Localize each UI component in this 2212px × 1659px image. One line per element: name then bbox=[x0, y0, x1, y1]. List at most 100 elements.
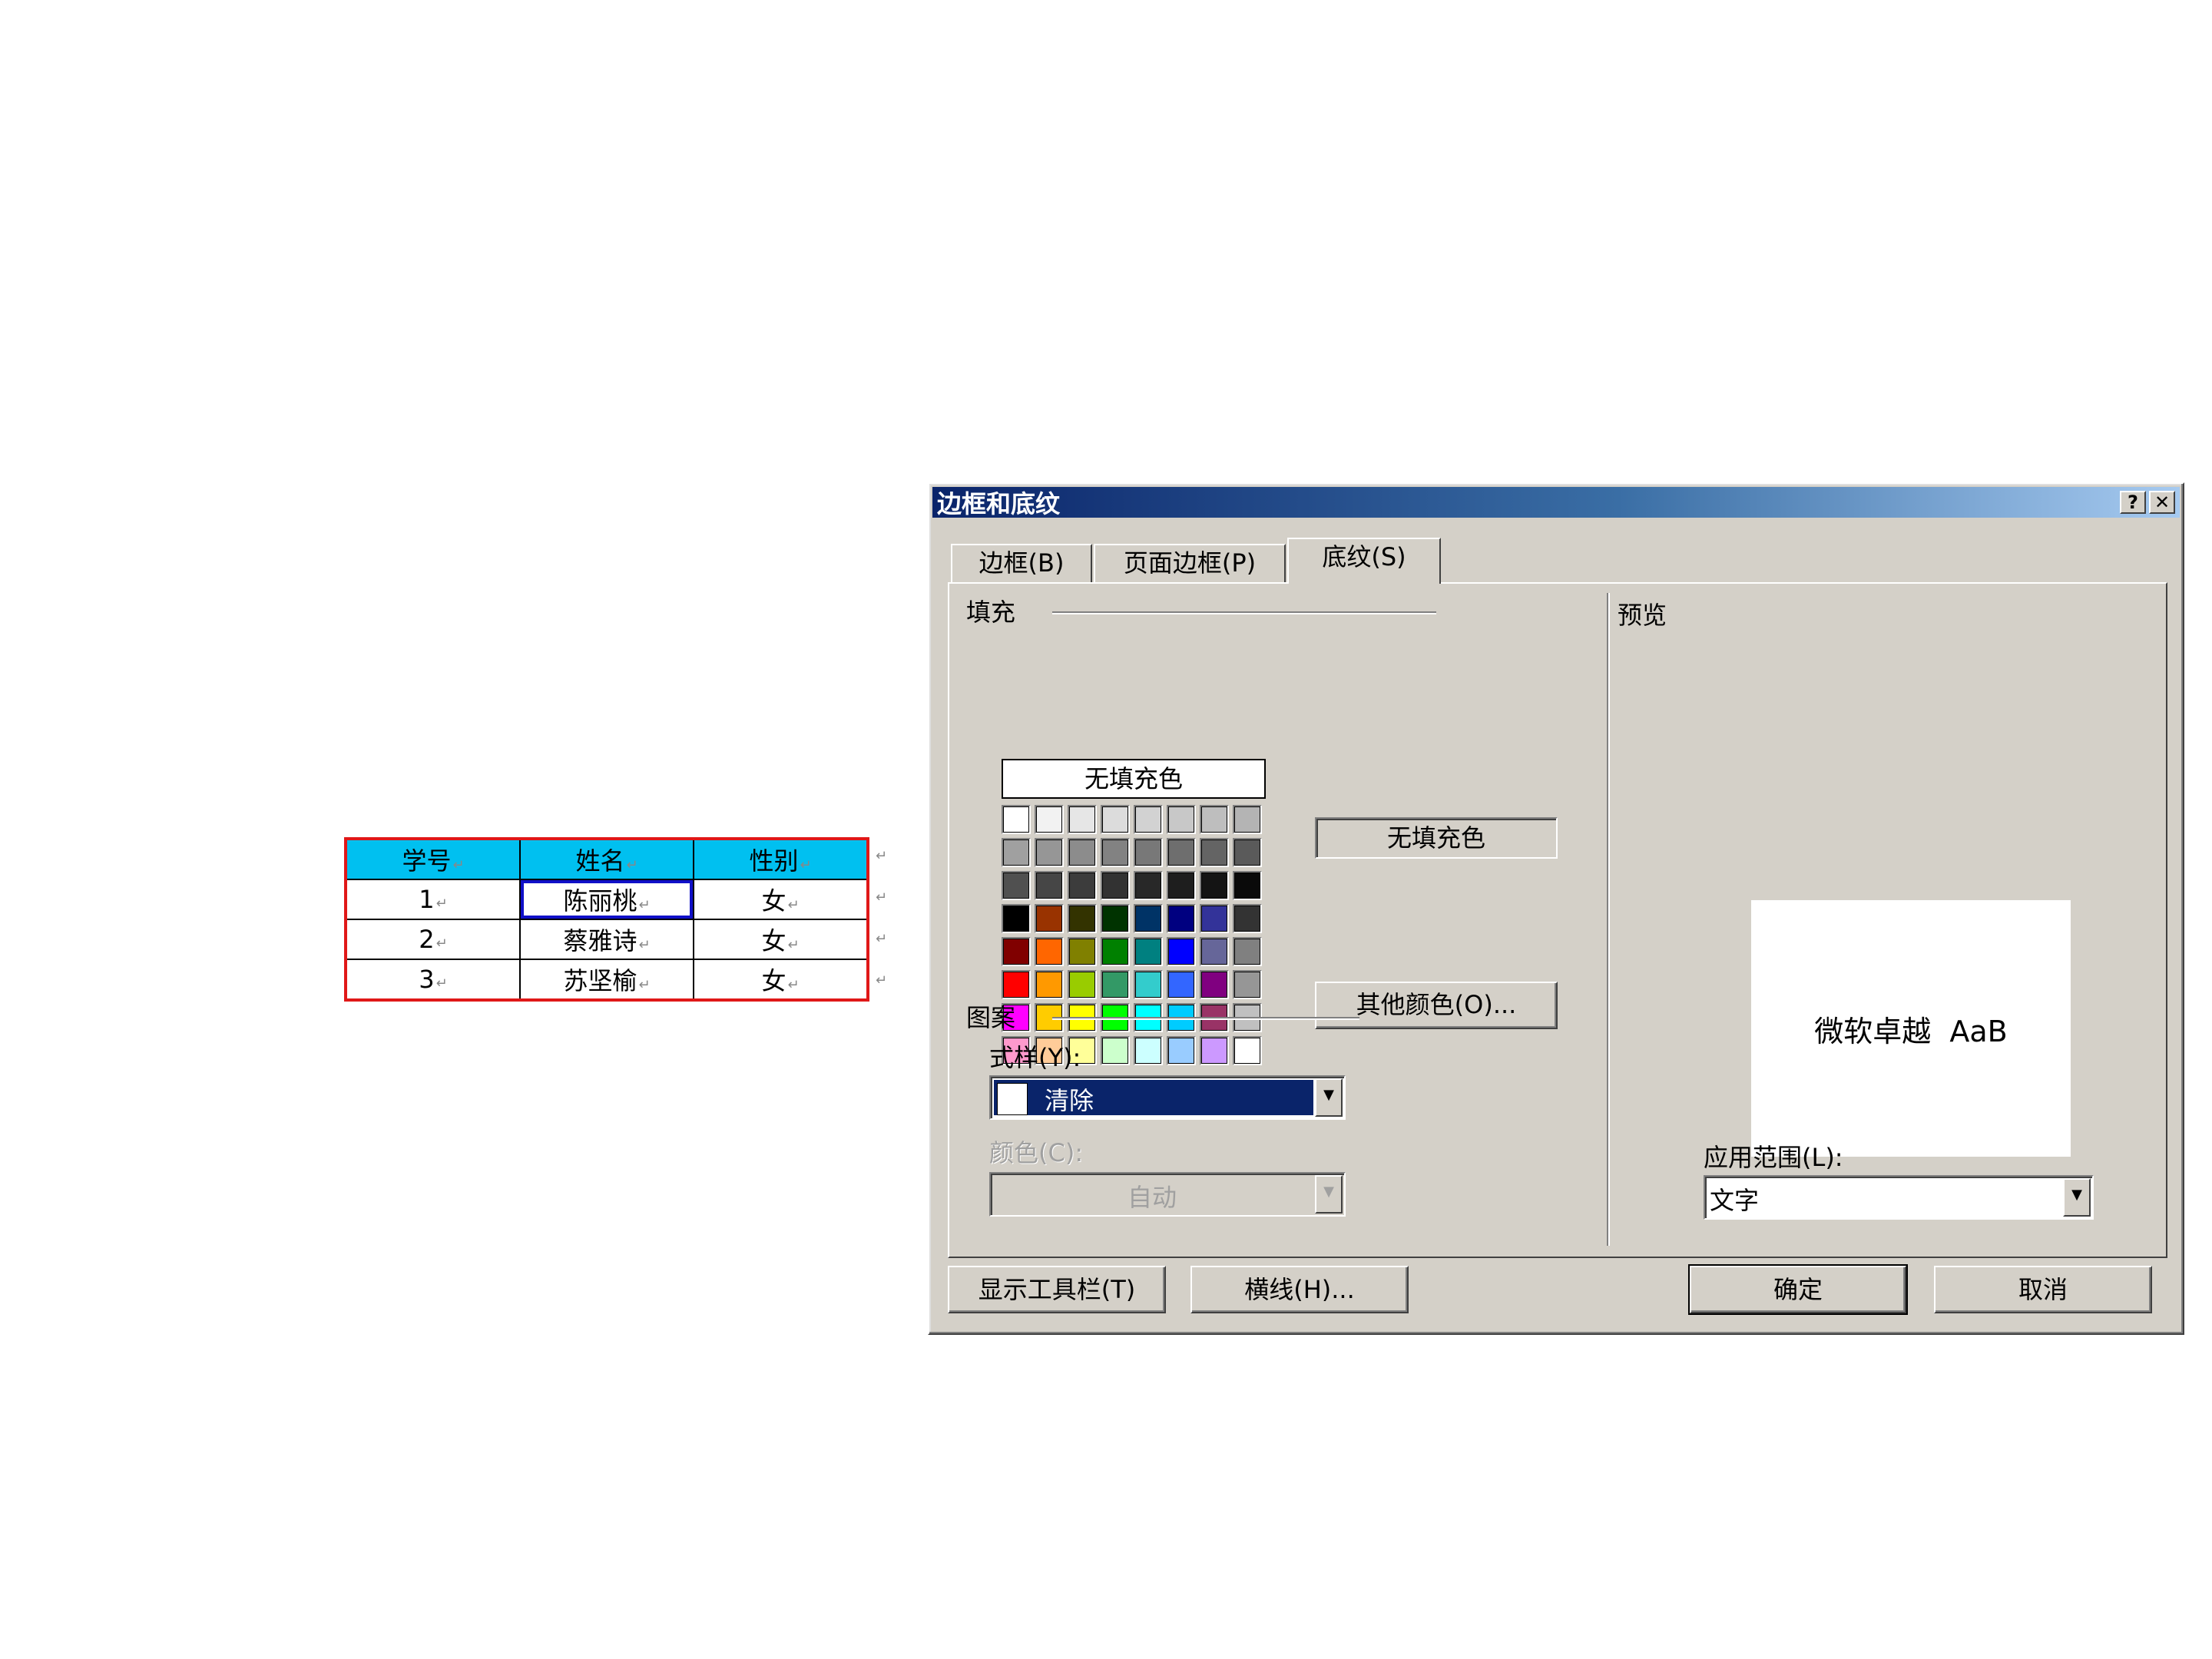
color-swatch[interactable] bbox=[1002, 970, 1031, 999]
color-swatch[interactable] bbox=[1167, 1036, 1196, 1065]
table-cell[interactable]: 3 ↵ bbox=[345, 959, 521, 1001]
color-swatch[interactable] bbox=[1134, 970, 1163, 999]
style-combo-selection: 清除 bbox=[994, 1080, 1313, 1115]
color-swatch[interactable] bbox=[1233, 838, 1262, 867]
color-swatch[interactable] bbox=[1101, 838, 1130, 867]
color-swatch[interactable] bbox=[1200, 937, 1229, 966]
color-swatch[interactable] bbox=[1068, 838, 1097, 867]
color-swatch[interactable] bbox=[1035, 904, 1064, 933]
color-swatch[interactable] bbox=[1200, 1036, 1229, 1065]
color-swatch[interactable] bbox=[1167, 970, 1196, 999]
color-swatch[interactable] bbox=[1134, 1036, 1163, 1065]
chevron-down-icon[interactable]: ▼ bbox=[1315, 1078, 1343, 1117]
color-swatch[interactable] bbox=[1200, 970, 1229, 999]
help-button[interactable]: ? bbox=[2120, 491, 2146, 514]
apply-to-value: 文字 bbox=[1710, 1186, 1760, 1215]
color-swatch[interactable] bbox=[1167, 871, 1196, 900]
color-swatch[interactable] bbox=[1134, 838, 1163, 867]
table-header-cell[interactable]: 姓名 ↵ bbox=[519, 838, 694, 880]
color-combo[interactable]: 自动 ▼ bbox=[989, 1172, 1346, 1217]
color-swatch-fill bbox=[1201, 1038, 1227, 1064]
color-swatch[interactable] bbox=[1101, 1036, 1130, 1065]
color-swatch[interactable] bbox=[1068, 805, 1097, 834]
color-swatch[interactable] bbox=[1101, 871, 1130, 900]
show-toolbar-button[interactable]: 显示工具栏(T) bbox=[948, 1266, 1166, 1313]
color-swatch[interactable] bbox=[1035, 805, 1064, 834]
color-swatch-fill bbox=[1003, 972, 1029, 998]
color-swatch[interactable] bbox=[1134, 871, 1163, 900]
dialog-titlebar[interactable]: 边框和底纹 ? ✕ bbox=[932, 487, 2180, 518]
dialog-title: 边框和底纹 bbox=[937, 489, 1061, 518]
color-swatch-fill bbox=[1135, 1038, 1161, 1064]
color-swatch[interactable] bbox=[1233, 937, 1262, 966]
color-swatch[interactable] bbox=[1068, 937, 1097, 966]
table-cell[interactable]: 女 ↵ bbox=[693, 879, 869, 920]
no-fill-option[interactable]: 无填充色 bbox=[1002, 759, 1266, 799]
color-swatch[interactable] bbox=[1167, 838, 1196, 867]
color-swatch-fill bbox=[1003, 906, 1029, 932]
preview-sample: 微软卓越 AaB bbox=[1751, 900, 2071, 1157]
tab-page-borders[interactable]: 页面边框(P) bbox=[1094, 544, 1286, 582]
color-swatch[interactable] bbox=[1002, 838, 1031, 867]
color-swatch[interactable] bbox=[1101, 904, 1130, 933]
color-swatch[interactable] bbox=[1068, 970, 1097, 999]
style-combo[interactable]: 清除 ▼ bbox=[989, 1075, 1346, 1120]
color-swatch[interactable] bbox=[1233, 904, 1262, 933]
table-cell[interactable]: 苏坚榆 ↵ bbox=[519, 959, 694, 1001]
more-colors-button[interactable]: 其他颜色(O)... bbox=[1315, 982, 1558, 1029]
color-swatch[interactable] bbox=[1002, 904, 1031, 933]
close-button[interactable]: ✕ bbox=[2149, 491, 2175, 514]
table-cell[interactable]: 2 ↵ bbox=[345, 919, 521, 960]
color-swatch-fill bbox=[1234, 972, 1260, 998]
chevron-down-icon[interactable]: ▼ bbox=[1315, 1175, 1343, 1214]
table-cell[interactable]: 女 ↵ bbox=[693, 959, 869, 1001]
color-swatch[interactable] bbox=[1233, 805, 1262, 834]
color-swatch[interactable] bbox=[1002, 937, 1031, 966]
tab-borders[interactable]: 边框(B) bbox=[951, 544, 1092, 582]
table-header-cell[interactable]: 性别 ↵ bbox=[693, 838, 869, 880]
color-swatch[interactable] bbox=[1200, 805, 1229, 834]
color-swatch[interactable] bbox=[1233, 970, 1262, 999]
table-cell-selected[interactable]: 陈丽桃 ↵ bbox=[519, 879, 694, 920]
color-swatch[interactable] bbox=[1167, 805, 1196, 834]
cancel-button[interactable]: 取消 bbox=[1934, 1266, 2152, 1313]
color-swatch[interactable] bbox=[1134, 904, 1163, 933]
preview-separator bbox=[1607, 593, 1610, 1246]
color-swatch-fill bbox=[1135, 806, 1161, 833]
color-swatch[interactable] bbox=[1167, 937, 1196, 966]
color-swatch[interactable] bbox=[1002, 805, 1031, 834]
color-swatch[interactable] bbox=[1002, 871, 1031, 900]
table-cell[interactable]: 1 ↵ bbox=[345, 879, 521, 920]
color-swatch[interactable] bbox=[1200, 871, 1229, 900]
color-swatch[interactable] bbox=[1101, 805, 1130, 834]
table-cell[interactable]: 女 ↵ bbox=[693, 919, 869, 960]
color-swatch[interactable] bbox=[1035, 838, 1064, 867]
table-cell[interactable]: 蔡雅诗 ↵ bbox=[519, 919, 694, 960]
color-swatch-fill bbox=[1168, 873, 1194, 899]
table-row: 1 ↵ 陈丽桃 ↵ 女 ↵ bbox=[345, 879, 869, 920]
chevron-down-icon[interactable]: ▼ bbox=[2063, 1178, 2091, 1217]
color-swatch[interactable] bbox=[1035, 871, 1064, 900]
color-swatch[interactable] bbox=[1035, 970, 1064, 999]
color-swatch-fill bbox=[1069, 972, 1095, 998]
color-swatch[interactable] bbox=[1068, 904, 1097, 933]
color-swatch[interactable] bbox=[1200, 838, 1229, 867]
horizontal-line-button[interactable]: 横线(H)... bbox=[1190, 1266, 1409, 1313]
table-header-cell[interactable]: 学号 ↵ bbox=[345, 838, 521, 880]
color-swatch[interactable] bbox=[1134, 937, 1163, 966]
color-swatch[interactable] bbox=[1233, 1036, 1262, 1065]
color-swatch[interactable] bbox=[1101, 970, 1130, 999]
color-swatch-fill bbox=[1102, 839, 1128, 866]
color-label: 颜色(C): bbox=[989, 1138, 1084, 1167]
color-swatch[interactable] bbox=[1101, 937, 1130, 966]
ok-button[interactable]: 确定 bbox=[1688, 1264, 1908, 1315]
color-swatch[interactable] bbox=[1068, 871, 1097, 900]
color-swatch[interactable] bbox=[1233, 871, 1262, 900]
color-swatch[interactable] bbox=[1134, 805, 1163, 834]
tab-shading[interactable]: 底纹(S) bbox=[1287, 538, 1441, 584]
apply-to-combo[interactable]: 文字 ▼ bbox=[1704, 1175, 2094, 1220]
color-swatch[interactable] bbox=[1167, 904, 1196, 933]
color-swatch[interactable] bbox=[1035, 937, 1064, 966]
color-swatch[interactable] bbox=[1200, 904, 1229, 933]
cell-end-mark: ↵ bbox=[638, 977, 651, 993]
